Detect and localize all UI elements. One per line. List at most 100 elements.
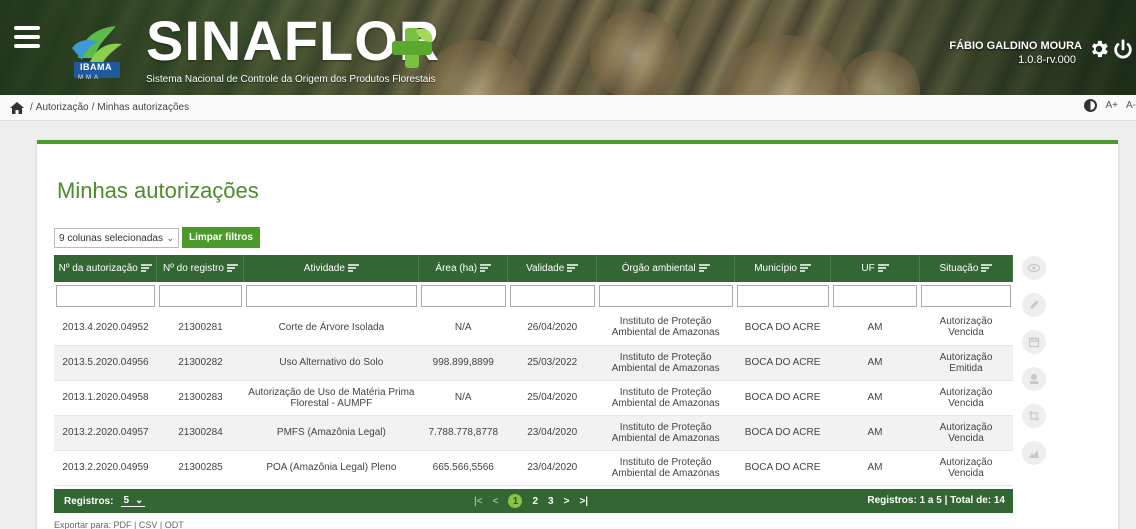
pencil-icon[interactable] [1022, 293, 1046, 317]
cell: 2013.2.2020.04957 [54, 415, 157, 451]
power-icon[interactable] [1112, 38, 1134, 60]
filter-input-situacao[interactable] [921, 285, 1011, 307]
cell: 21300283 [156, 380, 244, 416]
breadcrumb-autorizacao[interactable]: Autorização [36, 102, 89, 113]
col-header[interactable]: Área (ha) [418, 255, 509, 282]
table-row[interactable]: 2013.5.2020.04956 21300282 Uso Alternati… [54, 345, 1013, 381]
cell: BOCA DO ACRE [734, 345, 831, 381]
main-card: Minhas autorizações 9 colunas selecionad… [37, 140, 1118, 529]
pagination: |< < 1 2 3 > >| [474, 494, 588, 508]
cell: Instituto de Proteção Ambiental de Amazo… [596, 380, 735, 416]
cell: AM [830, 450, 920, 486]
cell: Instituto de Proteção Ambiental de Amazo… [596, 345, 735, 381]
sort-icon[interactable] [480, 264, 492, 273]
calendar-icon[interactable] [1022, 330, 1046, 354]
col-header[interactable]: UF [830, 255, 920, 282]
cell: AM [830, 310, 920, 346]
cell: AM [830, 380, 920, 416]
header-bg-log [720, 35, 850, 95]
cell: Instituto de Proteção Ambiental de Amazo… [596, 415, 735, 451]
chevron-down-icon: ⌄ [135, 495, 144, 506]
sort-icon[interactable] [347, 264, 359, 273]
gear-icon[interactable] [1088, 38, 1110, 60]
export-pdf-link[interactable]: PDF [114, 520, 132, 529]
table-row[interactable]: 2013.1.2020.04958 21300283 Autorização d… [54, 380, 1013, 416]
cell: 7.788.778,8778 [418, 415, 508, 451]
cell: BOCA DO ACRE [734, 310, 831, 346]
filter-input-orgao[interactable] [598, 285, 733, 307]
font-decrease-button[interactable]: A- [1126, 100, 1136, 111]
sort-icon[interactable] [567, 264, 579, 273]
col-header[interactable]: Nº do registro [156, 255, 245, 282]
last-page-button[interactable]: >| [579, 496, 588, 507]
next-page-button[interactable]: > [564, 496, 570, 507]
prev-page-button[interactable]: < [493, 496, 499, 507]
export-csv-link[interactable]: CSV [139, 520, 158, 529]
clear-filters-button[interactable]: Limpar filtros [182, 227, 260, 248]
cell: AM [830, 345, 920, 381]
column-selector-value: 9 colunas selecionadas [59, 232, 163, 244]
font-increase-button[interactable]: A+ [1105, 100, 1118, 111]
eye-icon[interactable] [1022, 256, 1046, 280]
filter-input-registro[interactable] [158, 285, 242, 307]
col-header[interactable]: Atividade [243, 255, 420, 282]
contrast-icon[interactable] [1084, 99, 1098, 112]
cell: Corte de Árvore Isolada [243, 310, 419, 346]
filter-input-municipio[interactable] [736, 285, 829, 307]
sort-icon[interactable] [698, 264, 710, 273]
cell: Instituto de Proteção Ambiental de Amazo… [596, 310, 735, 346]
export-odt-link[interactable]: ODT [165, 520, 184, 529]
column-selector[interactable]: 9 colunas selecionadas ⌄ [54, 228, 179, 248]
cell: 2013.4.2020.04952 [54, 310, 157, 346]
filter-input-uf[interactable] [832, 285, 918, 307]
crop-icon[interactable] [1022, 404, 1046, 428]
cell: 665.566,5566 [418, 450, 508, 486]
col-header[interactable]: Situação [919, 255, 1014, 282]
chart-icon[interactable] [1022, 441, 1046, 465]
sort-icon[interactable] [140, 264, 152, 273]
cell: N/A [418, 380, 508, 416]
page-button-3[interactable]: 3 [548, 496, 554, 507]
col-header[interactable]: Órgão ambiental [596, 255, 736, 282]
col-header[interactable]: Município [734, 255, 832, 282]
table-row[interactable]: 2013.4.2020.04952 21300281 Corte de Árvo… [54, 310, 1013, 346]
first-page-button[interactable]: |< [474, 496, 483, 507]
logo-subtext: MMA [78, 75, 101, 81]
cell: Uso Alternativo do Solo [243, 345, 419, 381]
sort-icon[interactable] [981, 264, 993, 273]
records-per-page-value: 5 [123, 495, 130, 506]
page-button-2[interactable]: 2 [532, 496, 538, 507]
sort-icon[interactable] [800, 264, 811, 273]
filter-input-autorizacao[interactable] [56, 285, 155, 307]
sort-icon[interactable] [877, 264, 889, 273]
accessibility-controls: A+ A- [1084, 99, 1136, 112]
cell: 2013.1.2020.04958 [54, 380, 157, 416]
cell: Autorização Vencida [919, 310, 1013, 346]
breadcrumb-separator: / [30, 102, 33, 113]
cell: 25/03/2022 [507, 345, 597, 381]
cell: 21300281 [156, 310, 244, 346]
table-footer: Registros: 5 ⌄ |< < 1 2 3 > >| Registros… [54, 489, 1013, 513]
filter-input-area[interactable] [420, 285, 506, 307]
table-row[interactable]: 2013.2.2020.04959 21300285 POA (Amazônia… [54, 450, 1013, 486]
stamp-icon[interactable] [1022, 367, 1046, 391]
cell: 23/04/2020 [507, 450, 597, 486]
cell: Instituto de Proteção Ambiental de Amazo… [596, 450, 735, 486]
sort-icon[interactable] [226, 264, 238, 273]
col-header[interactable]: Validade [507, 255, 598, 282]
breadcrumb-separator: / [91, 102, 95, 113]
col-header[interactable]: Nº da autorização [54, 255, 158, 282]
filter-row [54, 282, 1013, 310]
cell: N/A [418, 310, 508, 346]
table-header-row: Nº da autorização Nº do registro Ativida… [54, 255, 1014, 282]
filter-input-validade[interactable] [509, 285, 595, 307]
authorizations-table: Nº da autorização Nº do registro Ativida… [54, 255, 1014, 486]
table-row[interactable]: 2013.2.2020.04957 21300284 PMFS (Amazôni… [54, 415, 1013, 451]
filter-input-atividade[interactable] [245, 285, 417, 307]
records-per-page-select[interactable]: 5 ⌄ [121, 495, 146, 507]
page-button-1[interactable]: 1 [508, 494, 523, 508]
export-label: Exportar para: [54, 520, 112, 529]
menu-icon[interactable] [14, 26, 40, 48]
breadcrumb: / Autorização / Minhas autorizações [0, 95, 1136, 121]
home-icon[interactable] [10, 101, 24, 114]
